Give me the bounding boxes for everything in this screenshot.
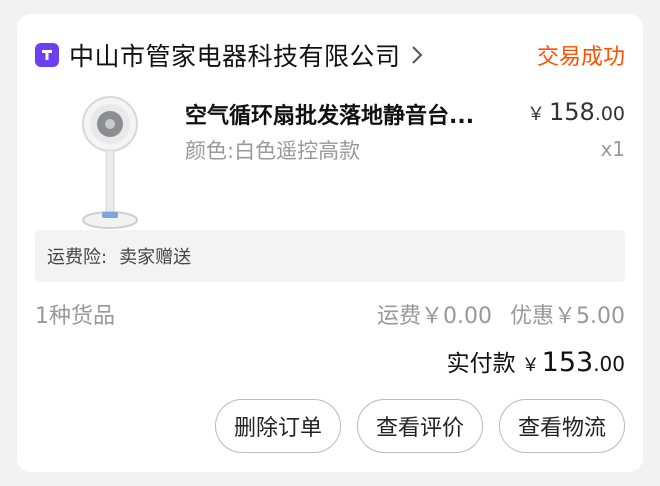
view-logistics-button[interactable]: 查看物流 [498,399,625,453]
insurance-label: 运费险: [47,247,108,268]
total-decimal: .00 [593,352,625,376]
price-integer: 158 [548,98,595,126]
total-label: 实付款 [446,351,516,377]
total-currency: ￥ [521,355,540,376]
order-card: 中山市管家电器科技有限公司 交易成功 空气循环扇批发落地静音台... 颜色:白色… [17,14,643,472]
product-image[interactable] [75,94,145,234]
shop-name[interactable]: 中山市管家电器科技有限公司 [69,37,401,73]
discount: 优惠￥5.00 [510,304,625,329]
order-status: 交易成功 [536,45,625,70]
view-review-button[interactable]: 查看评价 [356,399,483,453]
fee-summary: 运费￥0.00 优惠￥5.00 [377,298,625,330]
total-paid: 实付款 ￥ 153 .00 [447,344,625,378]
total-integer: 153 [541,347,594,378]
price-currency: ￥ [526,104,545,125]
shipping-insurance: 运费险: 卖家赠送 [35,230,625,282]
chevron-right-icon[interactable] [411,45,423,65]
action-buttons: 删除订单 查看评价 查看物流 [214,399,625,453]
shop-logo-icon [35,43,59,67]
delete-order-button[interactable]: 删除订单 [214,399,341,453]
product-spec: 颜色:白色遥控高款 [185,139,361,163]
product-quantity: x1 [600,137,625,161]
shipping-fee: 运费￥0.00 [377,304,492,329]
price-decimal: .00 [594,103,625,125]
product-price: ￥ 158 .00 [527,98,625,126]
product-title[interactable]: 空气循环扇批发落地静音台... [185,98,474,130]
shop-header[interactable]: 中山市管家电器科技有限公司 交易成功 [35,36,625,74]
insurance-value: 卖家赠送 [119,247,192,268]
item-count: 1种货品 [35,304,115,329]
